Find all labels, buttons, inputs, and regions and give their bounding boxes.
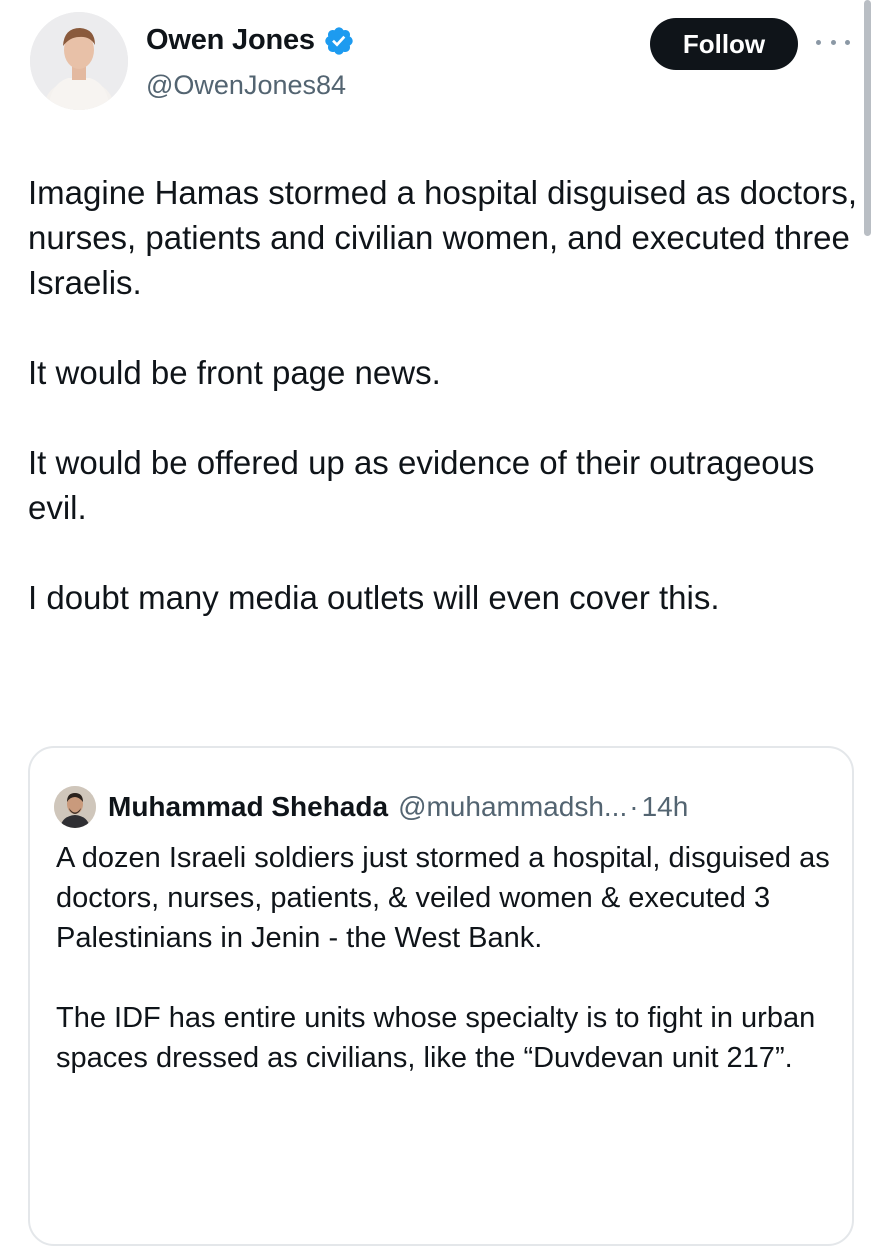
more-dot bbox=[830, 39, 836, 45]
quoted-author-handle[interactable]: @muhammadsh... bbox=[398, 791, 627, 823]
quoted-tweet-text: A dozen Israeli soldiers just stormed a … bbox=[56, 838, 836, 1118]
tweet-paragraph: Imagine Hamas stormed a hospital disguis… bbox=[28, 174, 858, 301]
quoted-tweet-card[interactable]: Muhammad Shehada @muhammadsh... · 14h A … bbox=[28, 746, 854, 1246]
more-dot bbox=[816, 39, 821, 45]
quoted-author-photo-icon bbox=[54, 786, 96, 828]
quoted-separator: · bbox=[629, 791, 639, 822]
tweet-page: Owen Jones @OwenJones84 Follow Imagine H… bbox=[0, 0, 882, 1246]
quoted-timestamp[interactable]: 14h bbox=[642, 791, 689, 823]
quoted-paragraph: A dozen Israeli soldiers just stormed a … bbox=[56, 842, 830, 954]
author-handle[interactable]: @OwenJones84 bbox=[146, 70, 346, 101]
tweet-paragraph: It would be offered up as evidence of th… bbox=[28, 444, 815, 526]
author-name[interactable]: Owen Jones bbox=[146, 24, 315, 57]
verified-badge-icon bbox=[325, 26, 353, 55]
quoted-author-name[interactable]: Muhammad Shehada bbox=[108, 791, 388, 823]
more-dot bbox=[845, 39, 850, 45]
more-options-icon[interactable] bbox=[816, 36, 850, 48]
scrollbar[interactable] bbox=[864, 0, 871, 236]
tweet-text: Imagine Hamas stormed a hospital disguis… bbox=[28, 170, 858, 665]
quoted-author-avatar[interactable] bbox=[54, 786, 96, 828]
author-name-row: Owen Jones bbox=[146, 24, 355, 57]
quoted-tweet-header: Muhammad Shehada @muhammadsh... · 14h bbox=[54, 786, 688, 828]
follow-button[interactable]: Follow bbox=[650, 18, 798, 70]
quoted-paragraph: The IDF has entire units whose specialty… bbox=[56, 1002, 816, 1074]
author-avatar[interactable] bbox=[30, 12, 128, 110]
tweet-paragraph: It would be front page news. bbox=[28, 354, 441, 391]
tweet-paragraph: I doubt many media outlets will even cov… bbox=[28, 579, 720, 616]
author-photo-icon bbox=[30, 12, 128, 110]
